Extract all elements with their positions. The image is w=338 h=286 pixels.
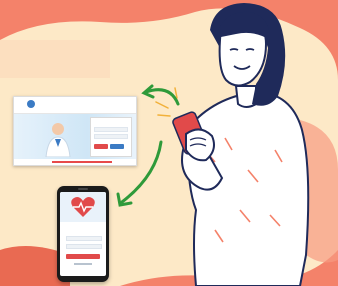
phone-field xyxy=(66,236,102,241)
pale-stripe xyxy=(0,40,110,78)
phone-button xyxy=(66,254,100,259)
mock-field xyxy=(94,134,128,139)
phone-link-line xyxy=(74,263,92,265)
mock-button xyxy=(94,144,108,149)
laptop-screen-mockup xyxy=(13,96,137,166)
mock-button xyxy=(110,144,124,149)
illustration-scene xyxy=(0,0,338,286)
speaker-icon xyxy=(78,188,88,190)
mock-footer-line xyxy=(52,161,112,163)
hand xyxy=(185,128,215,162)
logo-icon xyxy=(27,100,35,108)
phone-screen xyxy=(60,192,106,276)
mock-field xyxy=(94,127,128,132)
doctor-icon xyxy=(45,123,71,157)
smartphone-mockup xyxy=(57,186,109,282)
heart-icon xyxy=(71,197,95,217)
phone-field xyxy=(66,244,102,249)
